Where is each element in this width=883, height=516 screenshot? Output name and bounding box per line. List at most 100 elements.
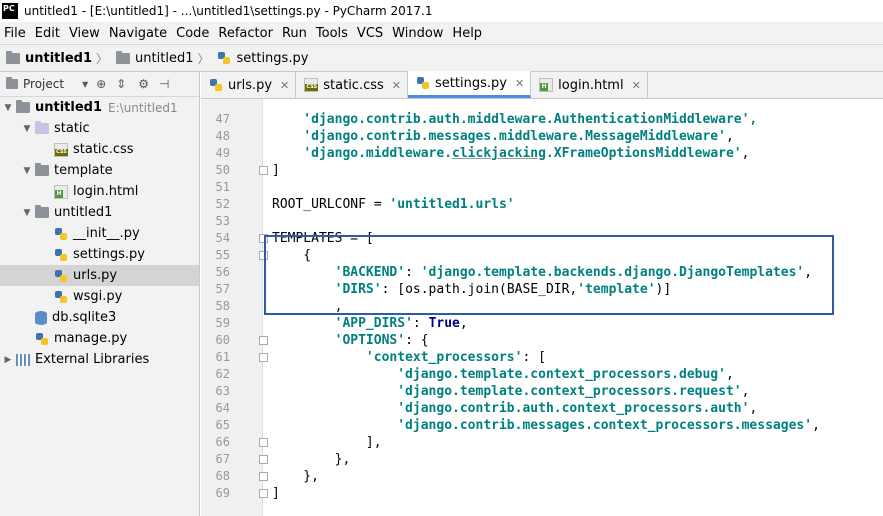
menu-navigate[interactable]: Navigate [105, 26, 172, 41]
tree-item[interactable]: ▼ untitled1 E:\untitled1 [0, 97, 199, 118]
css-file-icon: CSS [54, 142, 68, 157]
code-text: 'django.contrib.messages.context_process… [272, 417, 820, 434]
code-line: 59 'APP_DIRS': True, [201, 315, 883, 332]
title-bar: PC untitled1 - [E:\untitled1] - ...\unti… [0, 0, 883, 22]
fold-marker-icon[interactable] [259, 353, 268, 362]
line-number: 59 [215, 316, 230, 330]
breadcrumb-label: settings.py [236, 50, 309, 66]
tab-login-html[interactable]: Hlogin.html ✕ [531, 72, 648, 98]
breadcrumb-separator-icon: 〉 [96, 51, 109, 66]
code-line: 49 'django.middleware.clickjacking.XFram… [201, 145, 883, 162]
breadcrumb-label: untitled1 [25, 50, 93, 66]
expand-arrow-icon[interactable]: ▼ [21, 208, 33, 218]
line-number: 58 [215, 299, 230, 313]
menu-help[interactable]: Help [448, 26, 487, 41]
fold-marker-icon[interactable] [259, 455, 268, 464]
string-token: clickjacking [452, 146, 546, 161]
tab-urls-py[interactable]: urls.py ✕ [201, 72, 297, 98]
close-icon[interactable]: ✕ [392, 79, 401, 92]
tab-settings-py[interactable]: settings.py ✕ [408, 71, 532, 98]
code-text: 'OPTIONS': { [272, 332, 429, 349]
menu-edit[interactable]: Edit [31, 26, 65, 41]
fold-marker-icon[interactable] [259, 336, 268, 345]
menu-refactor[interactable]: Refactor [214, 26, 278, 41]
tree-item[interactable]: ▼ static [0, 118, 199, 139]
tree-item-label: db.sqlite3 [52, 310, 117, 325]
close-icon[interactable]: ✕ [515, 77, 524, 90]
chevron-down-icon[interactable]: ▾ [82, 77, 88, 91]
library-icon [16, 353, 30, 366]
tab-label: settings.py [435, 75, 507, 91]
folder-icon [16, 100, 30, 113]
tree-item[interactable]: wsgi.py [0, 286, 199, 307]
menu-vcs[interactable]: VCS [353, 26, 388, 41]
settings-gear-icon[interactable]: ⚙ [138, 77, 149, 91]
expand-arrow-icon[interactable]: ▼ [21, 124, 33, 134]
expand-arrow-icon[interactable]: ▼ [21, 166, 33, 176]
tree-item-label: urls.py [73, 268, 118, 283]
breadcrumb: untitled1 〉 untitled1 〉 settings.py [0, 44, 883, 72]
tab-label: login.html [558, 77, 624, 93]
fold-marker-icon[interactable] [259, 489, 268, 498]
code-token: ], [272, 435, 382, 450]
close-icon[interactable]: ✕ [280, 79, 289, 92]
fold-marker-icon[interactable] [259, 438, 268, 447]
menu-window[interactable]: Window [388, 26, 448, 41]
code-line: 63 'django.template.context_processors.r… [201, 383, 883, 400]
tree-item[interactable]: urls.py [0, 265, 199, 286]
breadcrumb-label: untitled1 [135, 50, 194, 66]
tab-static-css[interactable]: CSS static.css ✕ [296, 72, 409, 98]
sync-icon[interactable]: ⊕ [96, 77, 106, 91]
fold-marker-icon[interactable] [259, 166, 268, 175]
tab-label: urls.py [228, 77, 273, 93]
code-line: 65 'django.contrib.messages.context_proc… [201, 417, 883, 434]
collapse-arrow-icon[interactable]: ▶ [2, 355, 14, 365]
fold-marker-icon[interactable] [259, 472, 268, 481]
tree-item-label: static [54, 121, 90, 136]
tree-item[interactable]: ▼ untitled1 [0, 202, 199, 223]
menu-tools[interactable]: Tools [312, 26, 353, 41]
code-line: 51 [201, 179, 883, 196]
tree-item-label: wsgi.py [73, 289, 123, 304]
code-text: 'django.contrib.auth.middleware.Authenti… [272, 111, 757, 128]
project-panel: Project ▾ ⊕ ⇕ ⚙ ⊣ ▼ untitled1 E:\untitled1… [0, 72, 200, 516]
tree-item[interactable]: __init__.py [0, 223, 199, 244]
menu-file[interactable]: File [0, 26, 31, 41]
tree-item[interactable]: CSS static.css [0, 139, 199, 160]
tree-item[interactable]: settings.py [0, 244, 199, 265]
close-icon[interactable]: ✕ [632, 79, 641, 92]
tree-item[interactable]: manage.py [0, 328, 199, 349]
project-view-selector[interactable]: Project [23, 77, 64, 91]
tree-item[interactable]: db.sqlite3 [0, 307, 199, 328]
code-text: 'django.middleware.clickjacking.XFrameOp… [272, 145, 749, 162]
line-number: 52 [215, 197, 230, 211]
menu-view[interactable]: View [65, 26, 105, 41]
line-number: 62 [215, 367, 230, 381]
expand-arrow-icon[interactable]: ▼ [2, 103, 14, 113]
line-number: 48 [215, 129, 230, 143]
line-number: 55 [215, 248, 230, 262]
hide-panel-icon[interactable]: ⊣ [159, 77, 169, 91]
breadcrumb-item[interactable]: settings.py [217, 51, 308, 66]
line-number: 65 [215, 418, 230, 432]
code-token: ROOT_URLCONF = [272, 197, 390, 212]
breadcrumb-item[interactable]: untitled1 〉 [6, 50, 112, 67]
collapse-icon[interactable]: ⇕ [116, 77, 126, 91]
python-file-icon [209, 78, 223, 92]
tree-item[interactable]: ▶ External Libraries [0, 349, 199, 370]
string-token: 'django.middleware. [303, 146, 453, 161]
code-line: 66 ], [201, 434, 883, 451]
tree-item-label: static.css [73, 142, 134, 157]
tree-item[interactable]: Hlogin.html [0, 181, 199, 202]
breadcrumb-item[interactable]: untitled1 〉 [116, 50, 213, 67]
code-text: 'context_processors': [ [272, 349, 546, 366]
code-token: }, [272, 469, 319, 484]
code-text: 'django.contrib.messages.middleware.Mess… [272, 128, 733, 145]
tree-item[interactable]: ▼ template [0, 160, 199, 181]
menu-code[interactable]: Code [172, 26, 214, 41]
menu-run[interactable]: Run [278, 26, 312, 41]
